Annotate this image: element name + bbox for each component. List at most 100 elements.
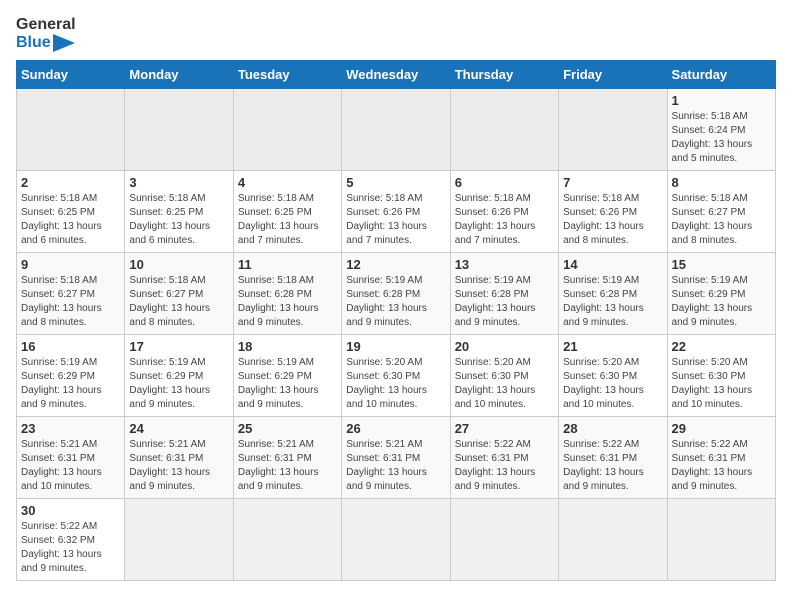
calendar-cell: 19 Sunrise: 5:20 AM Sunset: 6:30 PM Dayli… bbox=[342, 334, 450, 416]
day-number: 1 bbox=[672, 93, 771, 108]
calendar-cell: 2 Sunrise: 5:18 AM Sunset: 6:25 PM Daylig… bbox=[17, 170, 125, 252]
calendar-cell: 18Sunrise: 5:19 AM Sunset: 6:29 PM Dayli… bbox=[233, 334, 341, 416]
day-number: 10 bbox=[129, 257, 228, 272]
calendar-cell: 9 Sunrise: 5:18 AM Sunset: 6:27 PM Daylig… bbox=[17, 252, 125, 334]
header: General Blue bbox=[16, 16, 776, 52]
day-info: Sunrise: 5:20 AM Sunset: 6:30 PM Dayligh… bbox=[455, 356, 554, 412]
calendar-cell bbox=[125, 88, 233, 170]
logo-chevron-icon bbox=[53, 34, 75, 52]
calendar-cell: 7Sunrise: 5:18 AM Sunset: 6:26 PM Daylig… bbox=[559, 170, 667, 252]
calendar-cell: 4 Sunrise: 5:18 AM Sunset: 6:25 PM Daylig… bbox=[233, 170, 341, 252]
calendar-cell: 15 Sunrise: 5:19 AM Sunset: 6:29 PM Dayli… bbox=[667, 252, 775, 334]
calendar-body: 1 Sunrise: 5:18 AM Sunset: 6:24 PM Daylig… bbox=[17, 88, 776, 580]
calendar-cell: 14Sunrise: 5:19 AM Sunset: 6:28 PM Dayli… bbox=[559, 252, 667, 334]
day-info: Sunrise: 5:20 AM Sunset: 6:30 PM Dayligh… bbox=[346, 356, 445, 412]
day-info: Sunrise: 5:19 AM Sunset: 6:29 PM Dayligh… bbox=[21, 356, 120, 412]
week-row-0: 1 Sunrise: 5:18 AM Sunset: 6:24 PM Daylig… bbox=[17, 88, 776, 170]
day-number: 24 bbox=[129, 421, 228, 436]
day-number: 5 bbox=[346, 175, 445, 190]
day-number: 27 bbox=[455, 421, 554, 436]
calendar-cell: 23 Sunrise: 5:21 AM Sunset: 6:31 PM Dayli… bbox=[17, 416, 125, 498]
header-cell-friday: Friday bbox=[559, 60, 667, 88]
day-info: Sunrise: 5:22 AM Sunset: 6:31 PM Dayligh… bbox=[563, 438, 662, 494]
day-number: 4 bbox=[238, 175, 337, 190]
logo-container: General Blue bbox=[16, 16, 76, 52]
day-info: Sunrise: 5:20 AM Sunset: 6:30 PM Dayligh… bbox=[563, 356, 662, 412]
day-number: 13 bbox=[455, 257, 554, 272]
day-info: Sunrise: 5:18 AM Sunset: 6:26 PM Dayligh… bbox=[346, 192, 445, 248]
day-info: Sunrise: 5:22 AM Sunset: 6:31 PM Dayligh… bbox=[672, 438, 771, 494]
calendar-cell bbox=[559, 88, 667, 170]
calendar-cell bbox=[667, 498, 775, 580]
week-row-4: 23 Sunrise: 5:21 AM Sunset: 6:31 PM Dayli… bbox=[17, 416, 776, 498]
day-info: Sunrise: 5:21 AM Sunset: 6:31 PM Dayligh… bbox=[238, 438, 337, 494]
day-info: Sunrise: 5:18 AM Sunset: 6:24 PM Dayligh… bbox=[672, 110, 771, 166]
day-number: 9 bbox=[21, 257, 120, 272]
day-number: 7 bbox=[563, 175, 662, 190]
logo: General Blue bbox=[16, 16, 76, 52]
day-number: 23 bbox=[21, 421, 120, 436]
day-number: 15 bbox=[672, 257, 771, 272]
day-number: 18 bbox=[238, 339, 337, 354]
day-info: Sunrise: 5:18 AM Sunset: 6:25 PM Dayligh… bbox=[21, 192, 120, 248]
calendar-cell: 26Sunrise: 5:21 AM Sunset: 6:31 PM Dayli… bbox=[342, 416, 450, 498]
calendar-cell: 1 Sunrise: 5:18 AM Sunset: 6:24 PM Daylig… bbox=[667, 88, 775, 170]
calendar-cell: 29Sunrise: 5:22 AM Sunset: 6:31 PM Dayli… bbox=[667, 416, 775, 498]
calendar-cell: 27 Sunrise: 5:22 AM Sunset: 6:31 PM Dayli… bbox=[450, 416, 558, 498]
calendar-cell: 20 Sunrise: 5:20 AM Sunset: 6:30 PM Dayli… bbox=[450, 334, 558, 416]
calendar-cell bbox=[450, 498, 558, 580]
calendar-cell: 28Sunrise: 5:22 AM Sunset: 6:31 PM Dayli… bbox=[559, 416, 667, 498]
day-info: Sunrise: 5:19 AM Sunset: 6:29 PM Dayligh… bbox=[129, 356, 228, 412]
calendar-cell: 6 Sunrise: 5:18 AM Sunset: 6:26 PM Daylig… bbox=[450, 170, 558, 252]
day-info: Sunrise: 5:21 AM Sunset: 6:31 PM Dayligh… bbox=[21, 438, 120, 494]
day-info: Sunrise: 5:18 AM Sunset: 6:28 PM Dayligh… bbox=[238, 274, 337, 330]
day-number: 2 bbox=[21, 175, 120, 190]
calendar-cell: 21 Sunrise: 5:20 AM Sunset: 6:30 PM Dayli… bbox=[559, 334, 667, 416]
calendar-cell: 13 Sunrise: 5:19 AM Sunset: 6:28 PM Dayli… bbox=[450, 252, 558, 334]
day-number: 16 bbox=[21, 339, 120, 354]
calendar-cell bbox=[342, 88, 450, 170]
day-info: Sunrise: 5:18 AM Sunset: 6:25 PM Dayligh… bbox=[129, 192, 228, 248]
header-cell-wednesday: Wednesday bbox=[342, 60, 450, 88]
day-info: Sunrise: 5:18 AM Sunset: 6:27 PM Dayligh… bbox=[672, 192, 771, 248]
day-info: Sunrise: 5:22 AM Sunset: 6:32 PM Dayligh… bbox=[21, 520, 120, 576]
day-info: Sunrise: 5:22 AM Sunset: 6:31 PM Dayligh… bbox=[455, 438, 554, 494]
calendar-cell bbox=[233, 88, 341, 170]
day-info: Sunrise: 5:20 AM Sunset: 6:30 PM Dayligh… bbox=[672, 356, 771, 412]
week-row-1: 2 Sunrise: 5:18 AM Sunset: 6:25 PM Daylig… bbox=[17, 170, 776, 252]
day-number: 22 bbox=[672, 339, 771, 354]
header-cell-saturday: Saturday bbox=[667, 60, 775, 88]
day-info: Sunrise: 5:19 AM Sunset: 6:28 PM Dayligh… bbox=[455, 274, 554, 330]
calendar-cell: 10Sunrise: 5:18 AM Sunset: 6:27 PM Dayli… bbox=[125, 252, 233, 334]
day-number: 19 bbox=[346, 339, 445, 354]
day-info: Sunrise: 5:18 AM Sunset: 6:26 PM Dayligh… bbox=[455, 192, 554, 248]
calendar-cell: 11 Sunrise: 5:18 AM Sunset: 6:28 PM Dayli… bbox=[233, 252, 341, 334]
day-info: Sunrise: 5:18 AM Sunset: 6:25 PM Dayligh… bbox=[238, 192, 337, 248]
day-number: 11 bbox=[238, 257, 337, 272]
calendar-cell: 24Sunrise: 5:21 AM Sunset: 6:31 PM Dayli… bbox=[125, 416, 233, 498]
calendar-cell: 5 Sunrise: 5:18 AM Sunset: 6:26 PM Daylig… bbox=[342, 170, 450, 252]
calendar-cell bbox=[125, 498, 233, 580]
day-info: Sunrise: 5:18 AM Sunset: 6:27 PM Dayligh… bbox=[21, 274, 120, 330]
day-info: Sunrise: 5:21 AM Sunset: 6:31 PM Dayligh… bbox=[346, 438, 445, 494]
day-number: 17 bbox=[129, 339, 228, 354]
calendar-cell: 25 Sunrise: 5:21 AM Sunset: 6:31 PM Dayli… bbox=[233, 416, 341, 498]
calendar-cell: 16 Sunrise: 5:19 AM Sunset: 6:29 PM Dayli… bbox=[17, 334, 125, 416]
day-number: 25 bbox=[238, 421, 337, 436]
calendar-cell: 22 Sunrise: 5:20 AM Sunset: 6:30 PM Dayli… bbox=[667, 334, 775, 416]
calendar-cell: 3Sunrise: 5:18 AM Sunset: 6:25 PM Daylig… bbox=[125, 170, 233, 252]
day-number: 14 bbox=[563, 257, 662, 272]
logo-blue: Blue bbox=[16, 34, 51, 52]
calendar-cell bbox=[17, 88, 125, 170]
calendar-cell bbox=[233, 498, 341, 580]
calendar-cell bbox=[342, 498, 450, 580]
day-info: Sunrise: 5:19 AM Sunset: 6:29 PM Dayligh… bbox=[672, 274, 771, 330]
header-cell-thursday: Thursday bbox=[450, 60, 558, 88]
day-number: 21 bbox=[563, 339, 662, 354]
day-number: 20 bbox=[455, 339, 554, 354]
day-number: 6 bbox=[455, 175, 554, 190]
calendar-cell bbox=[450, 88, 558, 170]
day-info: Sunrise: 5:19 AM Sunset: 6:28 PM Dayligh… bbox=[346, 274, 445, 330]
calendar-header-row: SundayMondayTuesdayWednesdayThursdayFrid… bbox=[17, 60, 776, 88]
week-row-2: 9 Sunrise: 5:18 AM Sunset: 6:27 PM Daylig… bbox=[17, 252, 776, 334]
